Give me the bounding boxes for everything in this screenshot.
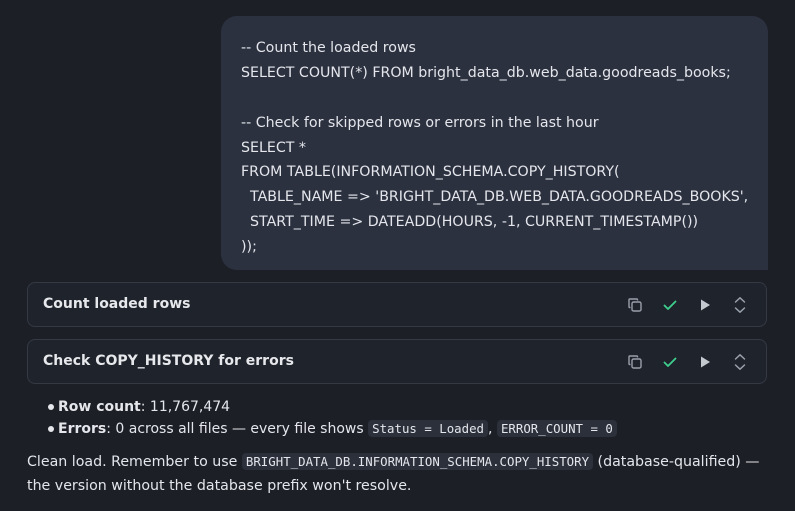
check-icon	[659, 351, 681, 373]
message-line: -- Count the loaded rows	[241, 40, 416, 56]
tool-call-check-copy-history[interactable]: Check COPY_HISTORY for errors	[27, 339, 767, 384]
inline-code: Status = Loaded	[368, 420, 489, 437]
message-line: SELECT COUNT(*) FROM bright_data_db.web_…	[241, 64, 731, 81]
row-count-value: : 11,767,474	[140, 399, 231, 415]
inline-code: ERROR_COUNT = 0	[496, 420, 617, 437]
copy-icon[interactable]	[624, 351, 646, 373]
errors-text: : 0 across all files — every file shows	[106, 421, 369, 437]
list-item-errors: Errors: 0 across all files — every file …	[48, 418, 617, 440]
check-icon	[659, 294, 681, 316]
results-list: Row count: 11,767,474 Errors: 0 across a…	[48, 396, 617, 440]
chevron-up-down-icon[interactable]	[729, 294, 751, 316]
summary-paragraph: Clean load. Remember to use BRIGHT_DATA_…	[27, 450, 767, 498]
tool-call-actions	[624, 283, 751, 326]
message-line: SELECT *	[241, 139, 307, 156]
play-icon[interactable]	[694, 294, 716, 316]
copy-icon[interactable]	[624, 294, 646, 316]
message-line: START_TIME => DATEADD(HOURS, -1, CURRENT…	[241, 214, 699, 231]
chat-view: -- Count the loaded rows SELECT COUNT(*)…	[0, 0, 795, 511]
message-line: FROM TABLE(INFORMATION_SCHEMA.COPY_HISTO…	[241, 164, 620, 181]
chevron-up-down-icon[interactable]	[729, 351, 751, 373]
tool-call-title: Count loaded rows	[43, 296, 191, 312]
play-icon[interactable]	[694, 351, 716, 373]
separator: ,	[488, 421, 497, 437]
message-line: TABLE_NAME => 'BRIGHT_DATA_DB.WEB_DATA.G…	[241, 189, 749, 206]
inline-code: BRIGHT_DATA_DB.INFORMATION_SCHEMA.COPY_H…	[241, 453, 594, 470]
message-line: ));	[241, 239, 257, 256]
summary-text: Clean load. Remember to use	[27, 454, 242, 470]
tool-call-count-rows[interactable]: Count loaded rows	[27, 282, 767, 327]
errors-label: Errors	[58, 421, 107, 437]
user-message-bubble: -- Count the loaded rows SELECT COUNT(*)…	[221, 16, 768, 270]
tool-call-actions	[624, 340, 751, 383]
list-item-row-count: Row count: 11,767,474	[48, 396, 617, 418]
tool-call-title: Check COPY_HISTORY for errors	[43, 353, 294, 369]
message-line	[241, 86, 748, 111]
message-line: -- Check for skipped rows or errors in t…	[241, 114, 599, 131]
row-count-label: Row count	[58, 399, 141, 415]
